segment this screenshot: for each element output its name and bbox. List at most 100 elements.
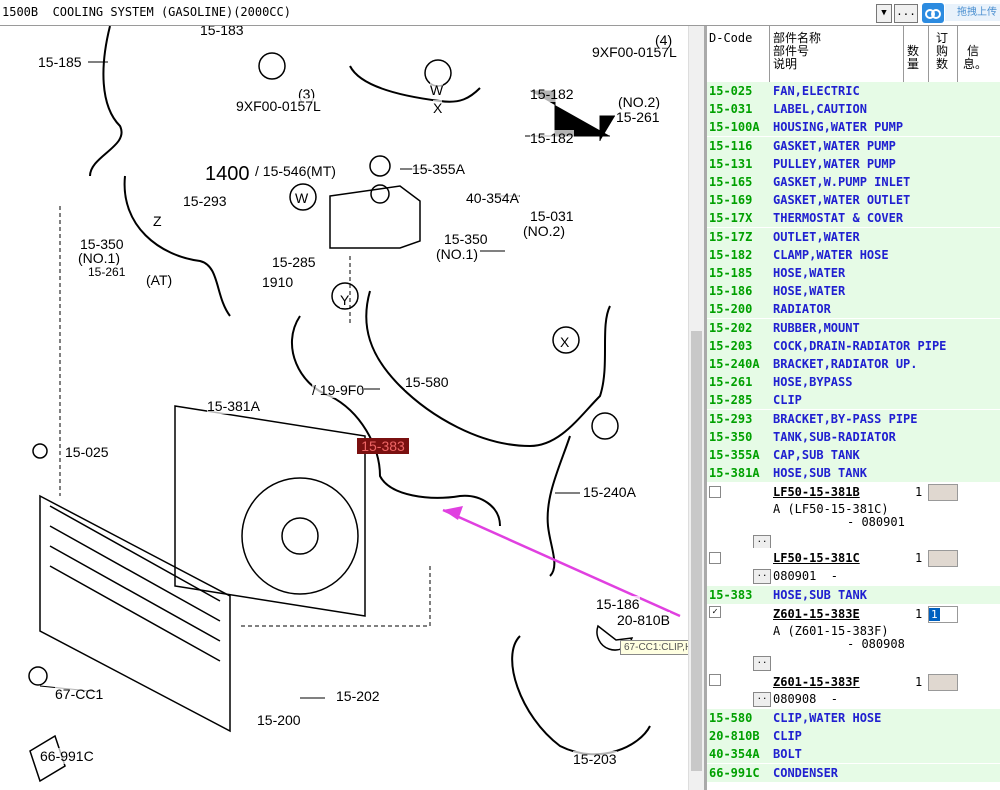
diagram-label[interactable]: 15-186 — [596, 596, 640, 612]
diagram-label[interactable]: 15-240A — [583, 484, 636, 500]
part-number-link[interactable]: LF50-15-381C — [773, 551, 860, 565]
details-button[interactable]: .. — [753, 692, 771, 707]
part-code: 15-381A — [709, 466, 760, 481]
diagram-label[interactable]: 1910 — [262, 274, 294, 290]
part-row[interactable]: 15-100A HOUSING,WATER PUMP — [707, 118, 1000, 137]
dropdown-arrow-icon[interactable]: ▼ — [876, 4, 892, 23]
part-row[interactable]: 15-355A CAP,SUB TANK — [707, 446, 1000, 464]
part-row[interactable]: 15-186 HOSE,WATER — [707, 282, 1000, 301]
diagram-label[interactable]: 15-261 — [616, 109, 660, 125]
part-desc: CONDENSER — [773, 765, 839, 780]
more-button[interactable]: ... — [894, 4, 918, 23]
diagram-label[interactable]: 40-354A — [466, 190, 519, 206]
diagram-label[interactable]: 15-182 — [530, 130, 574, 146]
diagram-label[interactable]: 15-200 — [257, 712, 301, 728]
diagram-label[interactable]: X — [560, 334, 570, 350]
diagram-label[interactable]: / 19-9F0 — [312, 382, 365, 398]
diagram-label[interactable]: 15-285 — [272, 254, 316, 270]
details-button[interactable]: .. — [753, 656, 771, 671]
part-row[interactable]: 15-381A HOSE,SUB TANK — [707, 464, 1000, 483]
diagram-label[interactable]: 15-182 — [530, 86, 574, 102]
diagram-label[interactable]: 67-CC1 — [55, 686, 104, 702]
diagram-label[interactable]: 1400 — [205, 163, 250, 186]
diagram-label[interactable]: W — [430, 82, 444, 98]
upload-button[interactable]: 拖拽上传 — [945, 4, 1000, 21]
diagram-label[interactable]: 15-350 — [444, 231, 488, 247]
diagram-label[interactable]: (NO.1) — [78, 250, 120, 266]
diagram-label[interactable]: (4) — [655, 32, 673, 48]
part-row[interactable]: 15-203 COCK,DRAIN-RADIATOR PIPE — [707, 336, 1000, 355]
diagram-label[interactable]: (NO.2) — [523, 223, 565, 239]
order-qty-input[interactable]: 1 — [928, 606, 958, 623]
part-row[interactable]: 40-354A BOLT — [707, 745, 1000, 764]
part-variant: Z601-15-383F 1 .. 080908 - — [707, 672, 1000, 712]
cloud-icon[interactable] — [922, 3, 944, 23]
diagram-label[interactable]: 66-991C — [40, 748, 94, 764]
diagram-label[interactable]: 15-261 — [88, 265, 126, 279]
order-qty-input[interactable] — [928, 484, 958, 501]
part-row[interactable]: 66-991C CONDENSER — [707, 763, 1000, 782]
diagram-label[interactable]: 15-031 — [530, 208, 574, 224]
diagram-label[interactable]: X — [433, 100, 443, 116]
diagram-label[interactable]: 15-202 — [336, 688, 380, 704]
select-checkbox[interactable]: ✓ — [709, 606, 721, 618]
part-row[interactable]: 15-025 FAN,ELECTRIC — [707, 82, 1000, 100]
scrollbar-thumb[interactable] — [691, 331, 702, 771]
diagram-label[interactable]: / 15-546(MT) — [255, 163, 336, 179]
part-row[interactable]: 15-182 CLAMP,WATER HOSE — [707, 245, 1000, 264]
diagram-label[interactable]: (NO.1) — [436, 246, 478, 262]
diagram-label[interactable]: Y — [340, 292, 350, 308]
diagram-label[interactable]: (NO.2) — [618, 94, 660, 110]
part-row[interactable]: 15-17Z OUTLET,WATER — [707, 227, 1000, 246]
select-checkbox[interactable] — [709, 552, 721, 564]
diagram-label[interactable]: 15-025 — [65, 444, 109, 460]
parts-list-header: D-Code 部件名称 部件号 说明 数 量 订 购 数 信 息。 — [707, 26, 1000, 83]
part-row[interactable]: 15-165 GASKET,W.PUMP INLET — [707, 173, 1000, 191]
part-row[interactable]: 20-810B CLIP — [707, 727, 1000, 746]
diagram-label[interactable]: 15-185 — [38, 54, 82, 70]
part-row[interactable]: 15-261 HOSE,BYPASS — [707, 373, 1000, 392]
diagram-label[interactable]: 15-381A — [207, 398, 260, 414]
diagram-label[interactable]: 15-203 — [573, 751, 617, 767]
diagram-label[interactable]: 15-580 — [405, 374, 449, 390]
part-desc: CLIP,WATER HOSE — [773, 711, 882, 725]
diagram-label[interactable]: 15-355A — [412, 161, 465, 177]
diagram-label[interactable]: 15-183 — [200, 26, 244, 38]
part-qty: 1 — [915, 551, 923, 565]
select-checkbox[interactable] — [709, 674, 721, 686]
diagram-label[interactable]: Z — [153, 213, 162, 229]
vertical-scrollbar[interactable] — [688, 26, 705, 790]
part-date: 080908 - — [773, 692, 839, 706]
part-code: 15-293 — [709, 411, 753, 426]
select-checkbox[interactable] — [709, 486, 721, 498]
part-row[interactable]: 15-240A BRACKET,RADIATOR UP. — [707, 355, 1000, 373]
details-button[interactable]: .. — [753, 569, 771, 584]
part-row[interactable]: 15-116 GASKET,WATER PUMP — [707, 136, 1000, 155]
part-number-link[interactable]: Z601-15-383E — [773, 607, 860, 621]
parts-diagram[interactable]: 15-185 15-183 9XF00-0157L (4) (3) 9XF00-0157L… — [0, 26, 688, 790]
part-row[interactable]: 15-185 HOSE,WATER — [707, 264, 1000, 282]
part-row[interactable]: 15-383 HOSE,SUB TANK — [707, 586, 1000, 604]
part-row[interactable]: 15-285 CLIP — [707, 391, 1000, 410]
highlighted-callout[interactable]: 15-383 — [357, 438, 409, 454]
diagram-label[interactable]: 20-810B — [617, 612, 670, 628]
part-desc: GASKET,WATER OUTLET — [773, 193, 911, 208]
part-row[interactable]: 15-169 GASKET,WATER OUTLET — [707, 191, 1000, 210]
part-row[interactable]: 15-293 BRACKET,BY-PASS PIPE — [707, 409, 1000, 428]
diagram-label[interactable]: 15-293 — [183, 193, 227, 209]
part-row[interactable]: 15-202 RUBBER,MOUNT — [707, 318, 1000, 337]
diagram-label[interactable]: W — [295, 190, 309, 206]
part-row[interactable]: 15-17X THERMOSTAT & COVER — [707, 209, 1000, 228]
part-row[interactable]: 15-350 TANK,SUB-RADIATOR — [707, 427, 1000, 446]
header-divider — [903, 26, 904, 82]
part-row[interactable]: 15-131 PULLEY,WATER PUMP — [707, 154, 1000, 173]
order-qty-input[interactable] — [928, 550, 958, 567]
part-number-link[interactable]: Z601-15-383F — [773, 675, 860, 689]
diagram-label[interactable]: 9XF00-0157L — [236, 98, 321, 114]
part-row[interactable]: 15-031 LABEL,CAUTION — [707, 100, 1000, 119]
part-row[interactable]: 15-200 RADIATOR — [707, 300, 1000, 319]
diagram-label[interactable]: (AT) — [146, 272, 173, 288]
part-row[interactable]: 15-580 CLIP,WATER HOSE — [707, 709, 1000, 727]
part-number-link[interactable]: LF50-15-381B — [773, 485, 860, 499]
order-qty-input[interactable] — [928, 674, 958, 691]
